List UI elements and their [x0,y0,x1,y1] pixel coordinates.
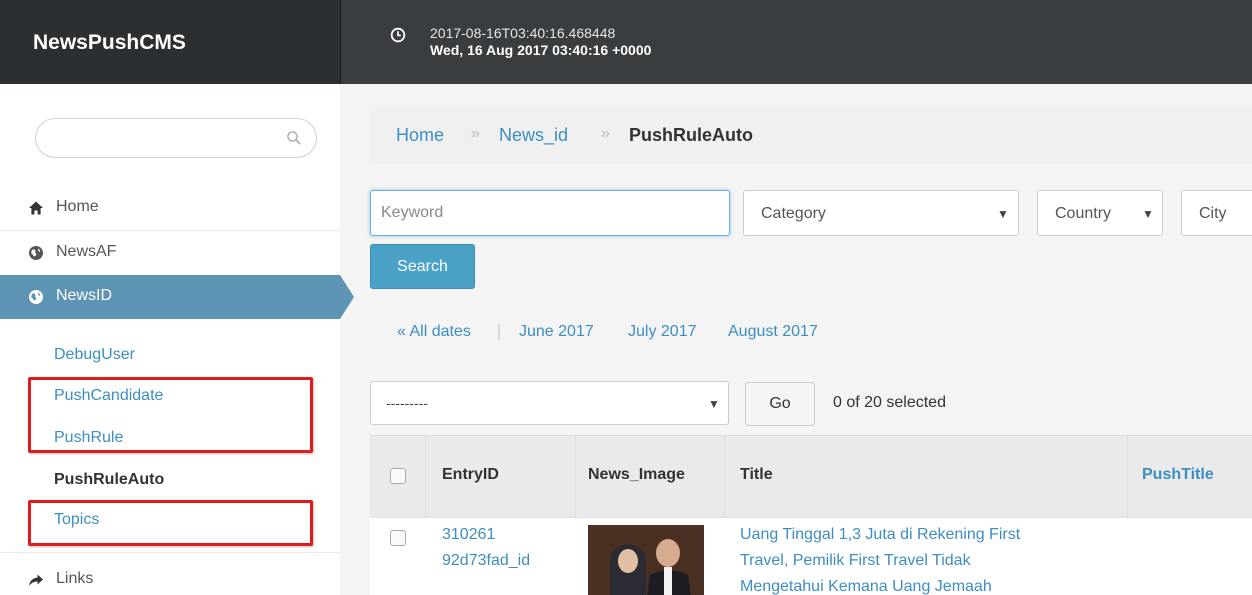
subnav-debuguser[interactable]: DebugUser [54,346,135,364]
column-divider [724,436,725,518]
sidebar-item-label: Home [56,198,99,215]
entry-id-link[interactable]: 310261 92d73fad_id [442,522,530,574]
share-icon [29,574,43,586]
annotation-highlight-box [28,377,313,453]
chevron-down-icon: ▼ [708,397,720,411]
chevron-down-icon: ▼ [1142,207,1154,221]
date-august-2017[interactable]: August 2017 [728,323,818,341]
entry-id-line: 92d73fad_id [442,552,531,569]
table-row: 310261 92d73fad_id Uang Tinggal 1,3 Juta… [370,517,1252,595]
select-all-checkbox[interactable] [390,468,406,484]
sidebar-search [35,118,317,158]
breadcrumb-current: PushRuleAuto [629,125,753,145]
search-button[interactable]: Search [370,244,475,289]
sidebar-search-input[interactable] [50,127,280,149]
column-divider [575,436,576,518]
annotation-highlight-box [28,500,313,546]
date-june-2017[interactable]: June 2017 [519,323,594,341]
column-divider [425,436,426,518]
row-checkbox[interactable] [390,530,406,546]
breadcrumb-news-id[interactable]: News_id [499,125,568,146]
bulk-action-value: --------- [386,395,428,411]
breadcrumb-home[interactable]: Home [396,125,444,146]
sidebar-item-label: NewsID [56,287,113,304]
selected-count: 0 of 20 selected [833,394,946,411]
category-select-value: Category [761,205,826,222]
brand-logo[interactable]: NewsPushCMS [0,0,340,84]
sidebar-item-home[interactable]: Home [0,186,340,229]
entry-id-line: 310261 [442,526,496,543]
news-photo-image [588,525,704,595]
table-header: EntryID News_Image Title PushTitle [370,435,1252,518]
nav-divider [0,552,340,553]
chevron-down-icon: ▼ [997,207,1009,221]
app-window: NewsPushCMS 2017-08-16T03:40:16.468448 W… [0,0,1252,595]
home-icon [29,201,43,215]
sidebar-item-newsid[interactable]: NewsID [0,275,354,319]
timestamp-iso: 2017-08-16T03:40:16.468448 [430,25,616,41]
title-line: Mengetahui Kemana Uang Jemaah [740,578,992,595]
country-select-value: Country [1055,205,1112,222]
column-entryid[interactable]: EntryID [442,466,499,484]
city-select[interactable]: City [1181,190,1252,236]
breadcrumb-separator: » [471,125,480,142]
subnav-pushruleauto[interactable]: PushRuleAuto [54,471,164,489]
search-icon[interactable] [286,130,302,146]
sidebar-item-label: Links [56,570,94,587]
city-select-value: City [1199,205,1227,222]
column-divider [1127,436,1128,518]
brand-divider [340,0,341,84]
clock-icon [390,27,406,43]
sidebar-item-links[interactable]: Links [0,558,340,595]
country-select[interactable]: Country ▼ [1037,190,1163,236]
column-title[interactable]: Title [740,466,773,484]
sidebar: Home NewsAF NewsID DebugUser PushCandida… [0,84,354,595]
main-content: Home » News_id » PushRuleAuto Category ▼… [340,84,1252,595]
column-news-image[interactable]: News_Image [588,466,685,484]
category-select[interactable]: Category ▼ [743,190,1019,236]
timestamp-rfc: Wed, 16 Aug 2017 03:40:16 +0000 [430,42,652,58]
title-line: Travel, Pemilik First Travel Tidak [740,552,971,569]
keyword-input[interactable] [370,190,730,236]
sidebar-item-newsaf[interactable]: NewsAF [0,231,340,274]
go-button[interactable]: Go [745,382,815,426]
news-title-link[interactable]: Uang Tinggal 1,3 Juta di Rekening First … [740,522,1020,595]
title-line: Uang Tinggal 1,3 Juta di Rekening First [740,526,1021,543]
date-all-link[interactable]: « All dates [397,323,471,341]
bulk-action-select[interactable]: --------- ▼ [370,381,729,425]
globe-icon [29,246,43,260]
column-pushtitle[interactable]: PushTitle [1142,466,1214,484]
date-july-2017[interactable]: July 2017 [628,323,697,341]
globe-icon [29,290,43,304]
breadcrumb: Home » News_id » PushRuleAuto [370,106,1252,164]
news-thumbnail [588,525,704,595]
breadcrumb-separator: » [601,125,610,142]
top-bar: NewsPushCMS 2017-08-16T03:40:16.468448 W… [0,0,1252,84]
sidebar-item-label: NewsAF [56,243,117,260]
date-divider: | [497,323,502,340]
